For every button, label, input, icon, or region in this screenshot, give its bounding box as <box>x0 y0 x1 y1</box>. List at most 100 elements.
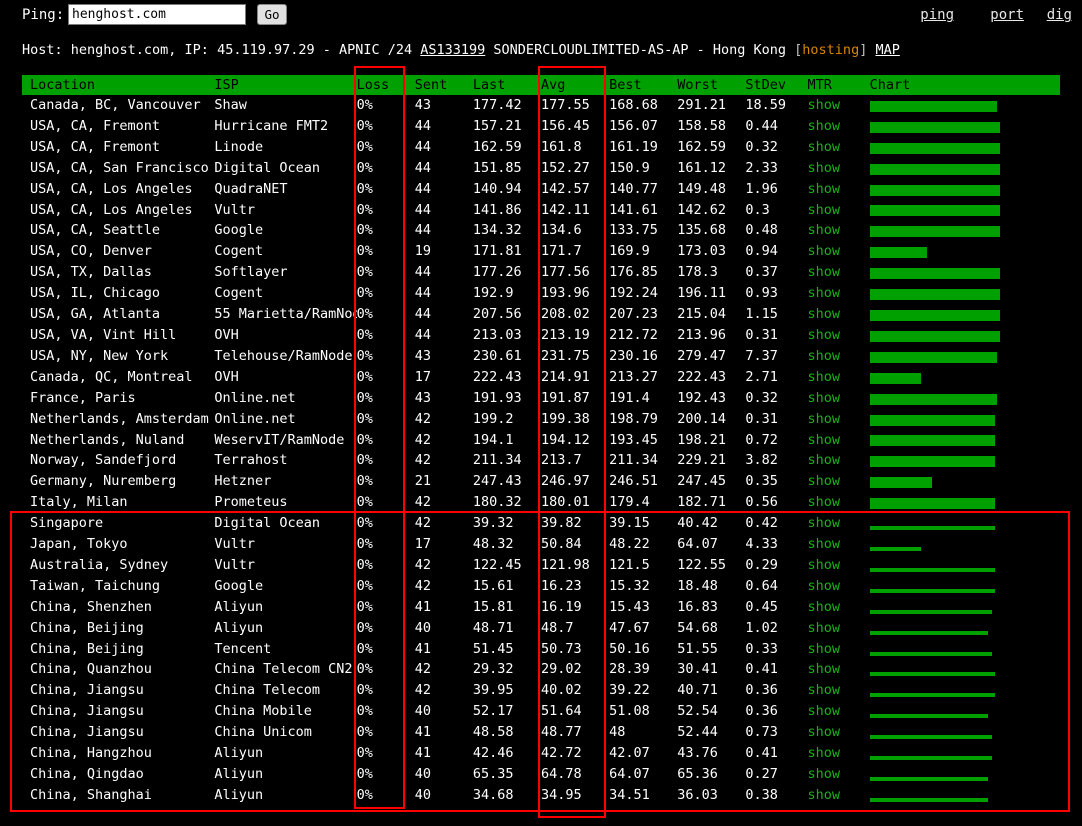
cell-stdev: 2.71 <box>745 368 778 385</box>
cell-stdev: 1.15 <box>745 306 778 323</box>
mtr-show-link[interactable]: show <box>807 118 840 134</box>
cell-stdev: 0.48 <box>745 222 778 239</box>
latency-sparkline <box>869 347 1000 366</box>
cell-isp: Tencent <box>214 640 272 657</box>
mtr-show-link[interactable]: show <box>807 432 840 448</box>
sparkline-bar <box>869 609 992 614</box>
cell-sent: 44 <box>414 306 431 323</box>
column-header-best[interactable]: Best <box>609 75 678 95</box>
sparkline-bar <box>869 184 1000 196</box>
sparkline-bar <box>869 498 995 510</box>
mtr-show-link[interactable]: show <box>807 766 840 782</box>
mtr-show-link[interactable]: show <box>807 452 840 468</box>
mtr-show-link[interactable]: show <box>807 745 840 761</box>
cell-best: 198.79 <box>609 410 658 427</box>
asn-link[interactable]: AS133199 <box>420 42 485 58</box>
nav-link-port[interactable]: port <box>990 7 1024 23</box>
mtr-show-link[interactable]: show <box>807 661 840 677</box>
nav-link-dig[interactable]: dig <box>1047 7 1072 23</box>
cell-sent: 41 <box>414 640 431 657</box>
sparkline-bar <box>869 393 997 405</box>
mtr-show-link[interactable]: show <box>807 222 840 238</box>
mtr-show-link[interactable]: show <box>807 411 840 427</box>
mtr-show-link[interactable]: show <box>807 160 840 176</box>
cell-best: 230.16 <box>609 347 658 364</box>
mtr-show-link[interactable]: show <box>807 703 840 719</box>
cell-avg: 199.38 <box>540 410 590 427</box>
mtr-show-link[interactable]: show <box>807 390 840 406</box>
cell-chart <box>869 409 1060 430</box>
column-header-sent[interactable]: Sent <box>414 75 473 95</box>
map-link[interactable]: MAP <box>875 42 899 58</box>
sparkline-bar <box>869 651 992 656</box>
mtr-show-link[interactable]: show <box>807 369 840 385</box>
latency-sparkline <box>869 284 1000 303</box>
cell-stdev: 0.36 <box>745 682 778 699</box>
cell-mtr: show <box>807 283 869 304</box>
table-row: Norway, Sandefjord Terrahost 0% 42 211.34 213… <box>22 450 1060 471</box>
ping-host-input[interactable] <box>68 4 246 25</box>
cell-best: 207.23 <box>609 306 658 323</box>
table-row: China, Beijing Tencent 0% 41 51.45 50.73 50.16… <box>22 639 1060 660</box>
cell-location: China, Qingdao <box>30 766 144 782</box>
mtr-show-link[interactable]: show <box>807 724 840 740</box>
column-header-mtr[interactable]: MTR <box>807 75 870 95</box>
column-header-worst[interactable]: Worst <box>677 75 746 95</box>
mtr-show-link[interactable]: show <box>807 202 840 218</box>
cell-avg: 191.87 <box>540 389 590 406</box>
mtr-show-link[interactable]: show <box>807 494 840 510</box>
mtr-show-link[interactable]: show <box>807 348 840 364</box>
mtr-show-link[interactable]: show <box>807 641 840 657</box>
cell-loss: 0% <box>356 326 373 343</box>
cell-chart <box>869 388 1060 409</box>
cell-avg: 171.7 <box>540 243 582 260</box>
cell-isp: Digital Ocean <box>214 515 321 532</box>
mtr-show-link[interactable]: show <box>807 599 840 615</box>
latency-sparkline <box>869 598 1000 617</box>
cell-worst: 279.47 <box>677 347 726 364</box>
cell-worst: 162.59 <box>677 138 726 155</box>
mtr-show-link[interactable]: show <box>807 515 840 531</box>
mtr-show-link[interactable]: show <box>807 536 840 552</box>
mtr-show-link[interactable]: show <box>807 97 840 113</box>
cell-best: 156.07 <box>609 117 658 134</box>
mtr-show-link[interactable]: show <box>807 787 840 803</box>
mtr-show-link[interactable]: show <box>807 473 840 489</box>
cell-mtr: show <box>807 597 869 618</box>
cell-sent: 42 <box>414 556 431 573</box>
ping-results-table-container: Location ISP Loss Sent Last Avg Best Wor… <box>22 75 1060 806</box>
cell-isp: Cogent <box>214 285 264 302</box>
mtr-show-link[interactable]: show <box>807 264 840 280</box>
cell-worst: 229.21 <box>677 452 726 469</box>
cell-mtr: show <box>807 95 869 116</box>
column-header-last[interactable]: Last <box>472 75 541 95</box>
nav-link-ping[interactable]: ping <box>920 7 954 23</box>
mtr-show-link[interactable]: show <box>807 306 840 322</box>
go-button[interactable]: Go <box>257 4 287 25</box>
cell-worst: 182.71 <box>677 494 726 511</box>
column-header-isp[interactable]: ISP <box>214 75 357 95</box>
top-toolbar: Ping: Go ping port dig <box>0 0 1082 34</box>
mtr-show-link[interactable]: show <box>807 285 840 301</box>
column-header-stdev[interactable]: StDev <box>745 75 808 95</box>
mtr-show-link[interactable]: show <box>807 620 840 636</box>
mtr-show-link[interactable]: show <box>807 243 840 259</box>
cell-avg: 213.7 <box>540 452 582 469</box>
cell-location: USA, CO, Denver <box>30 243 152 260</box>
column-header-chart[interactable]: Chart <box>869 75 1060 95</box>
cell-chart <box>869 555 1060 576</box>
column-header-location[interactable]: Location <box>22 75 215 95</box>
column-header-avg[interactable]: Avg <box>540 75 610 95</box>
mtr-show-link[interactable]: show <box>807 327 840 343</box>
mtr-show-link[interactable]: show <box>807 578 840 594</box>
cell-mtr: show <box>807 471 869 492</box>
mtr-show-link[interactable]: show <box>807 181 840 197</box>
cell-best: 39.15 <box>609 515 650 532</box>
cell-stdev: 0.29 <box>745 556 778 573</box>
mtr-show-link[interactable]: show <box>807 682 840 698</box>
column-header-loss[interactable]: Loss <box>356 75 415 95</box>
mtr-show-link[interactable]: show <box>807 557 840 573</box>
cell-avg: 142.11 <box>540 201 590 218</box>
mtr-show-link[interactable]: show <box>807 139 840 155</box>
latency-sparkline <box>869 368 1000 387</box>
